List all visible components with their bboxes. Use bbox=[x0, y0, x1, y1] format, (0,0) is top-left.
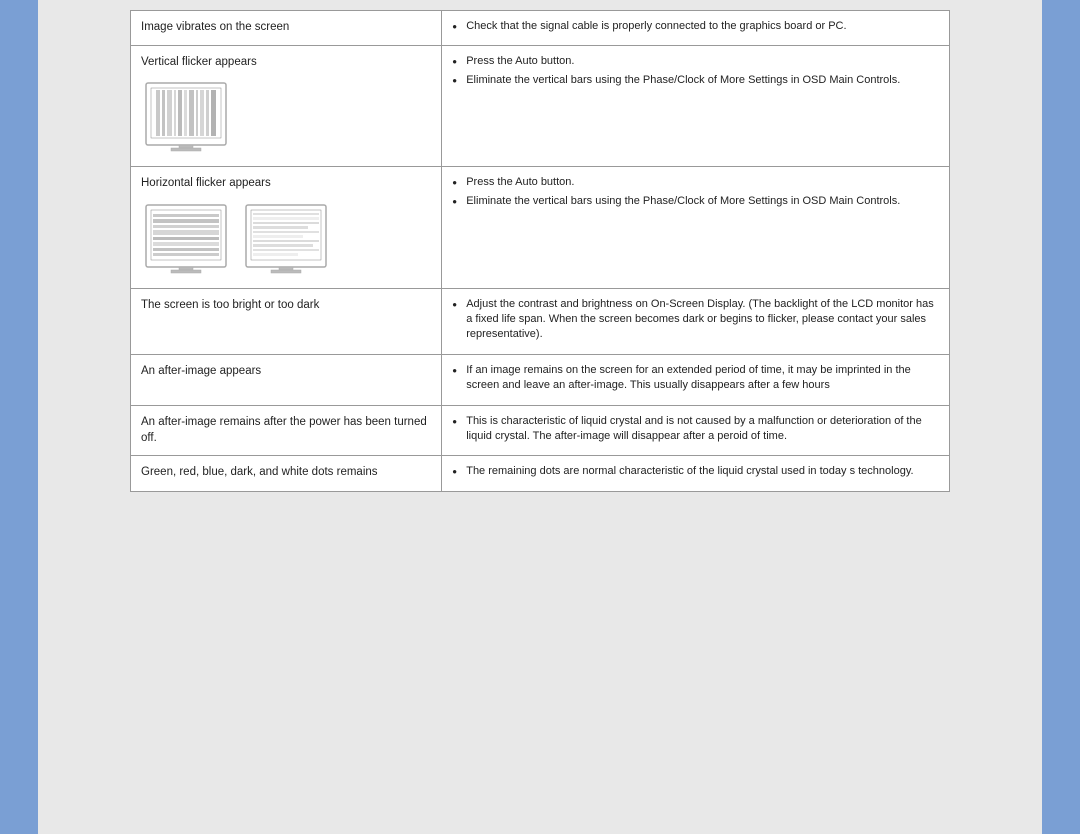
symptom-cell: Green, red, blue, dark, and white dots r… bbox=[131, 456, 442, 491]
vertical-flicker-image bbox=[141, 78, 231, 158]
solution-cell: Press the Auto button. Eliminate the ver… bbox=[442, 46, 950, 167]
troubleshoot-table: Image vibrates on the screen Check that … bbox=[130, 10, 950, 492]
symptom-text: Image vibrates on the screen bbox=[141, 21, 289, 33]
solution-item: Adjust the contrast and brightness on On… bbox=[452, 297, 939, 343]
solution-cell: If an image remains on the screen for an… bbox=[442, 354, 950, 405]
horizontal-flicker-image-1 bbox=[141, 200, 231, 280]
solution-cell: This is characteristic of liquid crystal… bbox=[442, 405, 950, 456]
table-row: Horizontal flicker appears bbox=[131, 167, 950, 288]
table-row: The screen is too bright or too dark Adj… bbox=[131, 288, 950, 354]
symptom-cell: Image vibrates on the screen bbox=[131, 11, 442, 46]
solution-cell: Press the Auto button. Eliminate the ver… bbox=[442, 167, 950, 288]
symptom-cell: Vertical flicker appears bbox=[131, 46, 442, 167]
right-sidebar-bar bbox=[1042, 0, 1080, 834]
solution-item: If an image remains on the screen for an… bbox=[452, 363, 939, 394]
table-row: Green, red, blue, dark, and white dots r… bbox=[131, 456, 950, 491]
symptom-cell: The screen is too bright or too dark bbox=[131, 288, 442, 354]
solution-item: Check that the signal cable is properly … bbox=[452, 19, 939, 34]
table-row: Image vibrates on the screen Check that … bbox=[131, 11, 950, 46]
solution-list: Check that the signal cable is properly … bbox=[452, 19, 939, 34]
monitor-illustration-container bbox=[141, 78, 431, 158]
page-wrapper: Image vibrates on the screen Check that … bbox=[0, 0, 1080, 834]
solution-list: Press the Auto button. Eliminate the ver… bbox=[452, 175, 939, 209]
solution-list: The remaining dots are normal characteri… bbox=[452, 464, 939, 479]
solution-list: Press the Auto button. Eliminate the ver… bbox=[452, 54, 939, 88]
solution-item: This is characteristic of liquid crystal… bbox=[452, 414, 939, 445]
solution-cell: Check that the signal cable is properly … bbox=[442, 11, 950, 46]
table-row: An after-image remains after the power h… bbox=[131, 405, 950, 456]
left-sidebar-bar bbox=[0, 0, 38, 834]
symptom-text: An after-image appears bbox=[141, 365, 261, 377]
monitor-illustration-container bbox=[141, 200, 431, 280]
symptom-text: Green, red, blue, dark, and white dots r… bbox=[141, 466, 378, 478]
solution-item: Press the Auto button. bbox=[452, 175, 939, 190]
solution-cell: The remaining dots are normal characteri… bbox=[442, 456, 950, 491]
content-area: Image vibrates on the screen Check that … bbox=[38, 0, 1042, 834]
symptom-text: Horizontal flicker appears bbox=[141, 177, 271, 189]
solution-item: Press the Auto button. bbox=[452, 54, 939, 69]
symptom-cell: An after-image remains after the power h… bbox=[131, 405, 442, 456]
doc-page: Image vibrates on the screen Check that … bbox=[130, 10, 950, 492]
symptom-text: Vertical flicker appears bbox=[141, 56, 257, 68]
solution-item: The remaining dots are normal characteri… bbox=[452, 464, 939, 479]
table-row: Vertical flicker appears bbox=[131, 46, 950, 167]
horizontal-flicker-image-2 bbox=[241, 200, 331, 280]
solution-item: Eliminate the vertical bars using the Ph… bbox=[452, 73, 939, 88]
table-row: An after-image appears If an image remai… bbox=[131, 354, 950, 405]
symptom-cell: An after-image appears bbox=[131, 354, 442, 405]
symptom-text: An after-image remains after the power h… bbox=[141, 416, 427, 444]
solution-list: This is characteristic of liquid crystal… bbox=[452, 414, 939, 445]
solution-list: If an image remains on the screen for an… bbox=[452, 363, 939, 394]
symptom-cell: Horizontal flicker appears bbox=[131, 167, 442, 288]
solution-item: Eliminate the vertical bars using the Ph… bbox=[452, 194, 939, 209]
solution-list: Adjust the contrast and brightness on On… bbox=[452, 297, 939, 343]
solution-cell: Adjust the contrast and brightness on On… bbox=[442, 288, 950, 354]
symptom-text: The screen is too bright or too dark bbox=[141, 299, 319, 311]
